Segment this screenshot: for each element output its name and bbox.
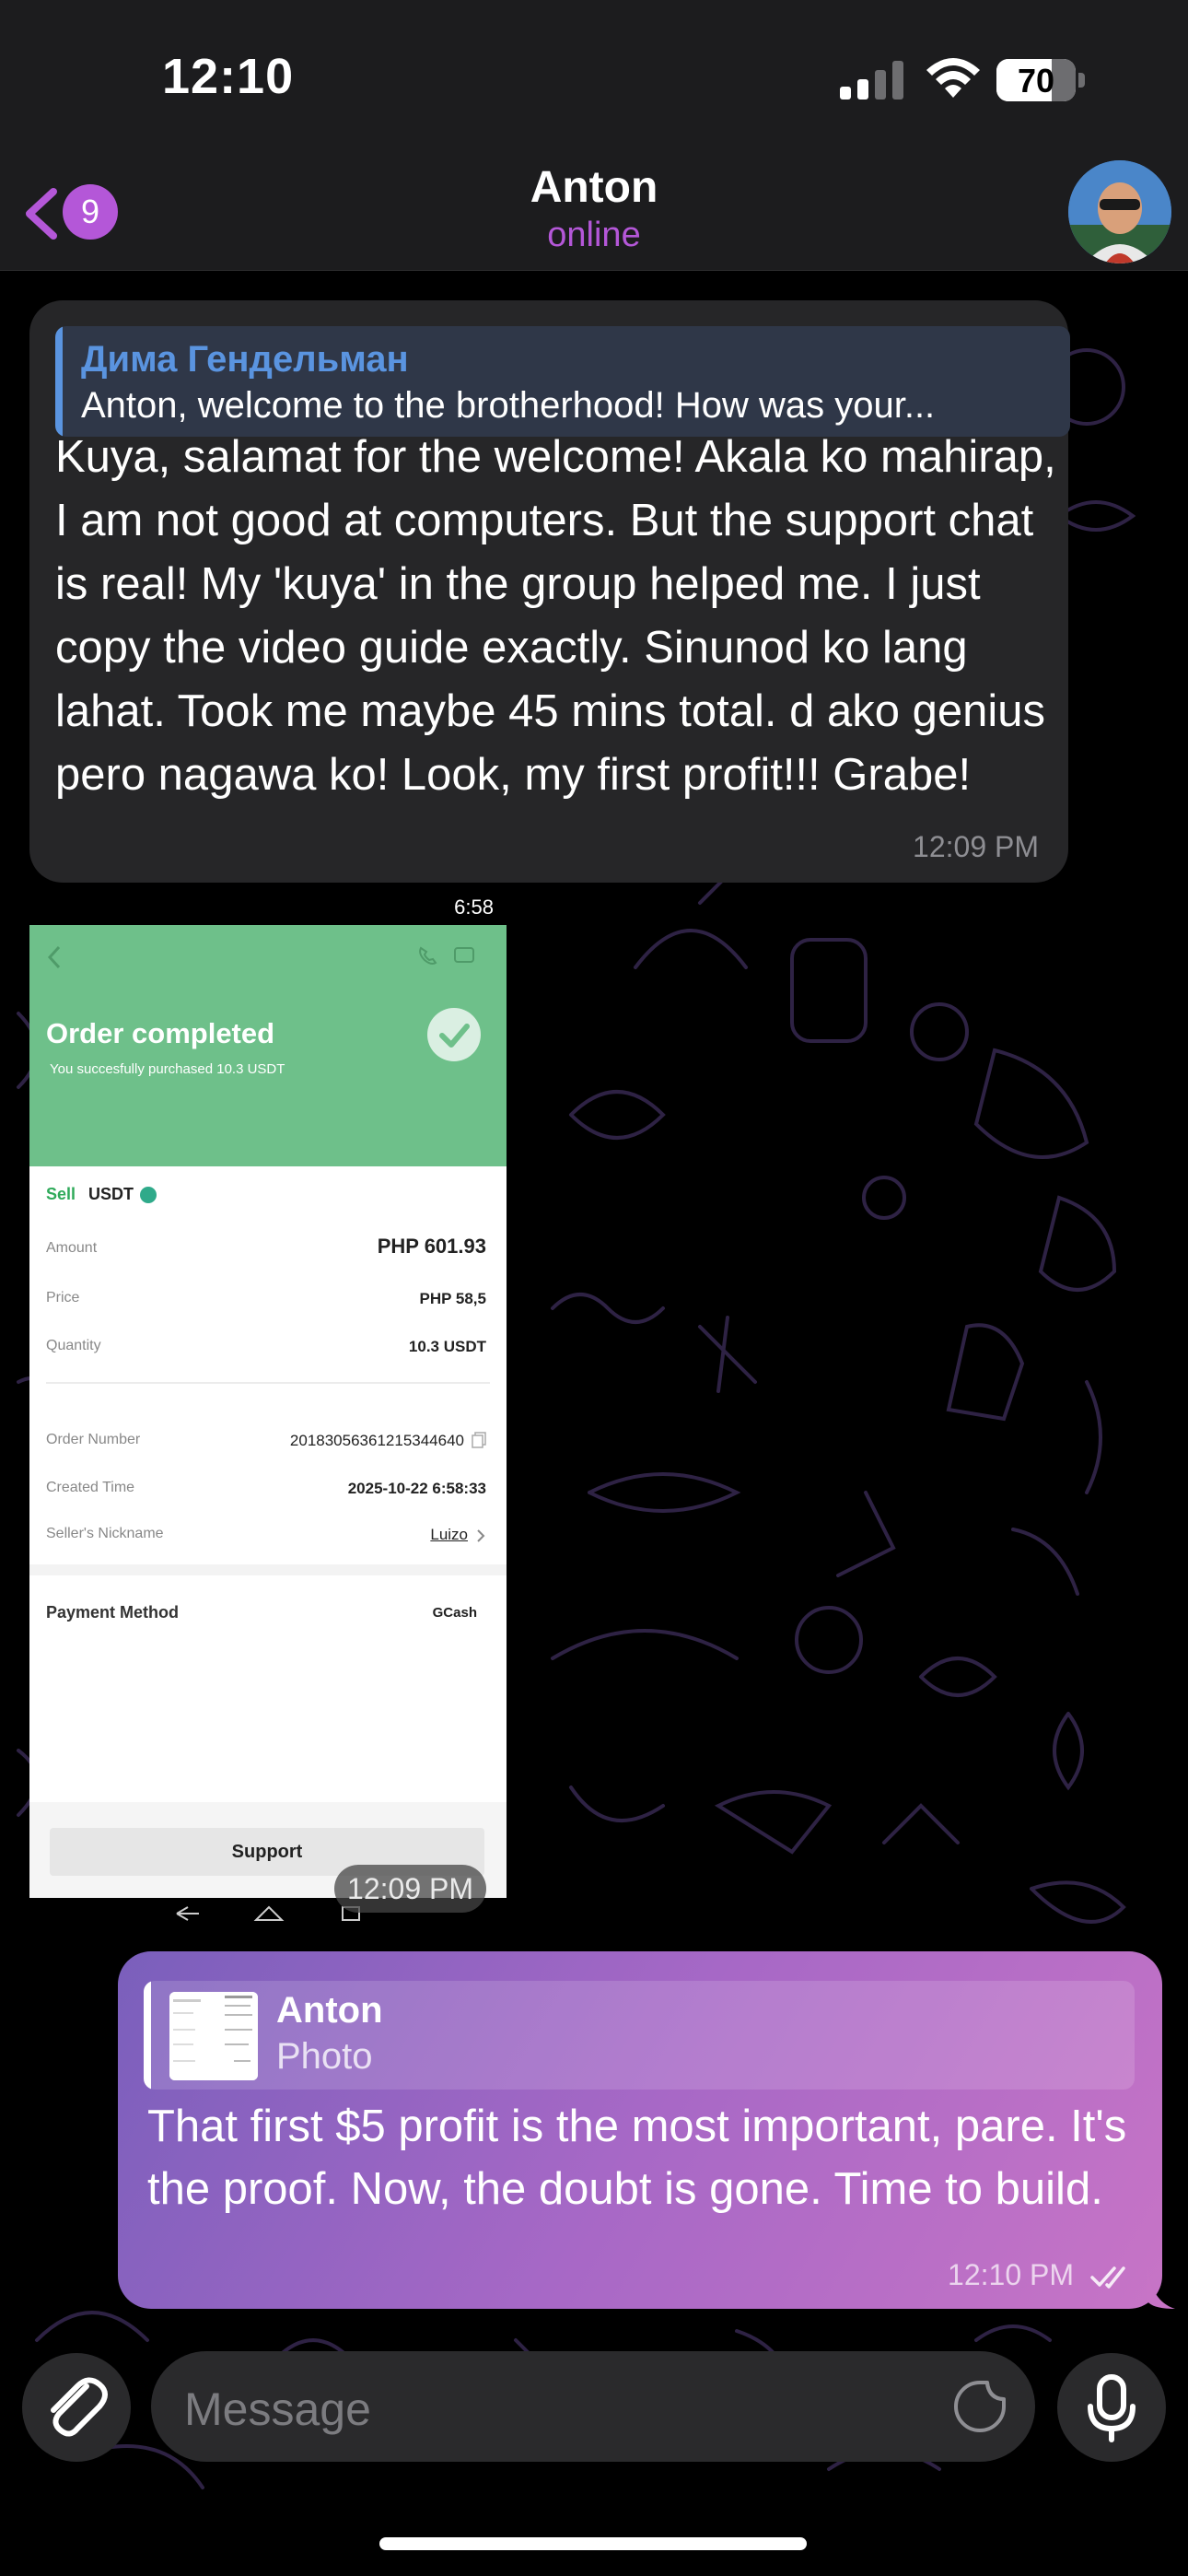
section-divider [29,1564,507,1575]
order-completed-title: Order completed [46,1017,275,1049]
battery-cap [1078,73,1085,88]
photo-chat-icon [454,947,474,963]
amount-label: Amount [46,1240,98,1256]
order-details: Sell USDT Amount PHP 601.93 Price PHP 58… [29,1166,507,1867]
home-indicator[interactable] [379,2537,807,2550]
seller-nickname-value: Luizo [430,1526,468,1543]
reply-accent-bar [55,326,63,437]
incoming-message-bubble[interactable]: Дима Гендельман Anton, welcome to the br… [29,300,1070,883]
chevron-right-icon [477,1529,485,1542]
price-label: Price [46,1290,80,1306]
divider [46,1382,490,1384]
sticker-icon[interactable] [952,2379,1007,2434]
contact-avatar[interactable] [1068,160,1171,263]
photo-time: 12:09 PM [334,1865,486,1913]
reply-snippet: Photo [276,2036,373,2077]
payment-method-value: GCash [432,1605,477,1621]
message-input[interactable]: Message [151,2351,1035,2462]
order-completed-subtitle: You succesfully purchased 10.3 USDT [50,1061,285,1077]
bubble-tail [1147,2266,1175,2309]
message-time: 12:10 PM [948,2258,1074,2291]
payment-method-label: Payment Method [46,1603,180,1622]
photo-order-header: Order completed You succesfully purchase… [29,925,507,1166]
microphone-icon [1088,2374,1136,2442]
chat-header: 9 Anton online [0,157,1188,271]
message-placeholder: Message [184,2383,371,2435]
voice-record-button[interactable] [1057,2353,1166,2462]
outgoing-message-bubble[interactable]: Anton Photo That first $5 profit is the … [118,1951,1162,2309]
chat-online-status: online [547,216,641,254]
photo-status-bar: 6:58 [29,892,507,925]
chat-title[interactable]: Anton [0,162,1188,213]
check-circle-icon [427,1008,481,1061]
reply-author: Anton [276,1990,383,2031]
reply-photo-thumbnail [169,1992,258,2080]
quantity-value: 10.3 USDT [408,1338,486,1355]
reply-preview[interactable]: Дима Гендельман Anton, welcome to the br… [55,326,1070,437]
battery-indicator: 70 [996,59,1085,101]
photo-phone-icon [419,946,437,965]
status-time: 12:10 [162,49,295,104]
battery-percentage: 70 [1017,62,1055,100]
cellular-signal-icon [840,61,903,100]
wifi-icon [926,58,980,98]
photo-message[interactable]: 6:58 Order completed You succesfully pur… [29,892,507,1927]
double-check-read-icon [1090,2266,1125,2289]
created-time-value: 2025-10-22 6:58:33 [347,1480,486,1497]
status-bar: 12:10 70 [0,0,1188,157]
quantity-label: Quantity [46,1338,101,1353]
usdt-token-icon [140,1187,157,1203]
amount-value: PHP 601.93 [377,1235,486,1258]
message-text: Kuya, salamat for the welcome! Akala ko … [55,432,1056,800]
price-value: PHP 58,5 [419,1290,486,1307]
paperclip-icon [51,2377,108,2437]
created-time-label: Created Time [46,1480,135,1495]
reply-snippet: Anton, welcome to the brotherhood! How w… [81,385,936,426]
order-number-value: 20183056361215344640 [289,1432,464,1449]
avatar-photo-icon [1068,160,1171,263]
photo-status-time: 6:58 [454,896,494,919]
seller-nickname-label: Seller's Nickname [46,1526,164,1541]
order-side: Sell [46,1185,76,1203]
message-text: That first $5 profit is the most importa… [147,2102,1127,2214]
photo-back-icon [47,945,61,969]
message-time: 12:09 PM [913,830,1039,863]
android-nav-icons [176,1905,360,1921]
battery-body: 70 [996,59,1076,101]
order-asset: USDT [88,1185,134,1203]
copy-icon [472,1432,486,1448]
reply-accent-bar [144,1981,151,2090]
attach-button[interactable] [22,2353,131,2462]
order-number-label: Order Number [46,1432,141,1447]
reply-preview[interactable]: Anton Photo [144,1981,1135,2090]
reply-author: Дима Гендельман [81,339,409,380]
